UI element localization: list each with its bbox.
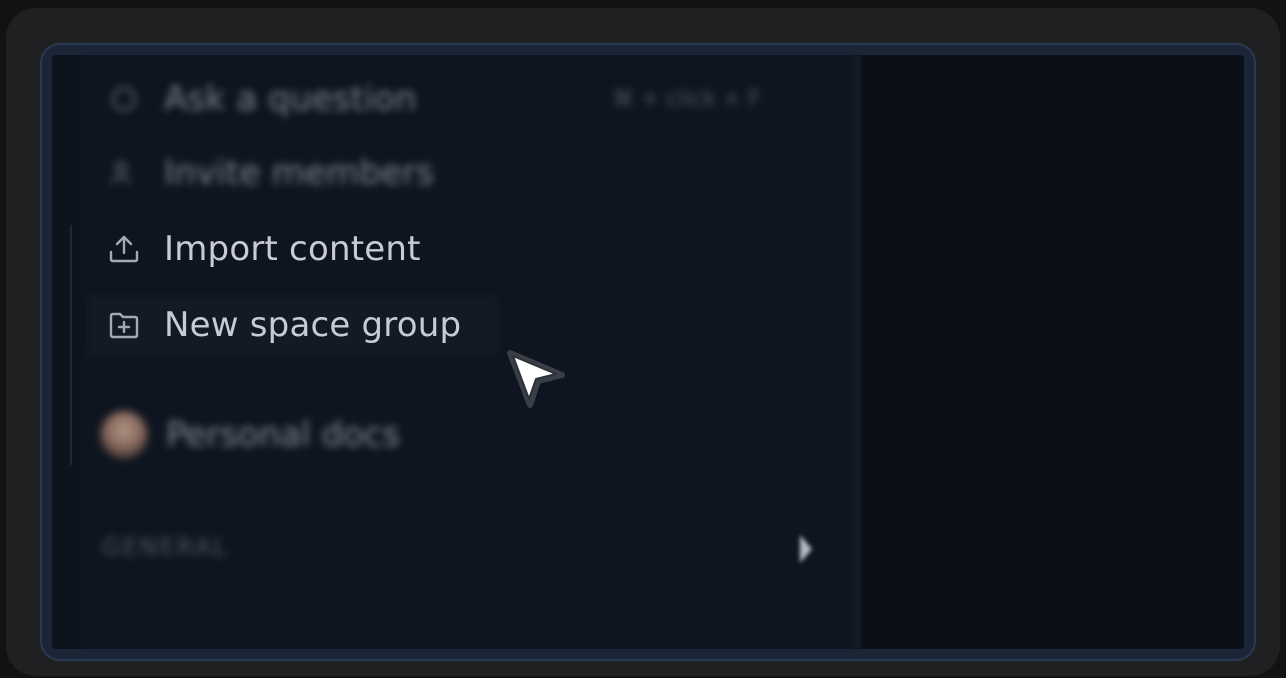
menu-item-label: Invite members	[164, 153, 435, 193]
main-pane	[862, 55, 1244, 649]
menu-item-label: Ask a question	[164, 79, 417, 119]
pointer-cursor-icon	[504, 347, 568, 411]
personal-docs-label: Personal docs	[166, 415, 401, 455]
avatar	[100, 411, 148, 459]
folder-plus-icon	[106, 307, 142, 343]
personal-docs-item[interactable]: Personal docs	[100, 411, 400, 459]
outer-card: Ask a question ⌘ + click + F Invite memb…	[6, 8, 1280, 676]
menu-item-import-content[interactable]: Import content	[106, 227, 421, 271]
left-rail	[52, 55, 84, 649]
menu-item-invite-members[interactable]: Invite members	[106, 151, 434, 195]
users-icon	[106, 155, 142, 191]
section-header-general[interactable]: GENERAL	[102, 533, 228, 561]
menu-item-new-space-group[interactable]: New space group	[106, 303, 461, 347]
menu-item-ask-question[interactable]: Ask a question	[106, 77, 417, 121]
upload-icon	[106, 231, 142, 267]
menu-item-label: New space group	[164, 305, 462, 345]
video-frame: Ask a question ⌘ + click + F Invite memb…	[40, 43, 1256, 661]
question-icon	[106, 81, 142, 117]
app-screen: Ask a question ⌘ + click + F Invite memb…	[52, 55, 1244, 649]
left-rail-divider	[70, 225, 72, 465]
menu-item-label: Import content	[164, 229, 421, 269]
chevron-right-icon[interactable]	[794, 531, 818, 567]
sidebar-divider[interactable]	[852, 55, 862, 649]
ask-shortcut-hint: ⌘ + click + F	[612, 87, 761, 112]
